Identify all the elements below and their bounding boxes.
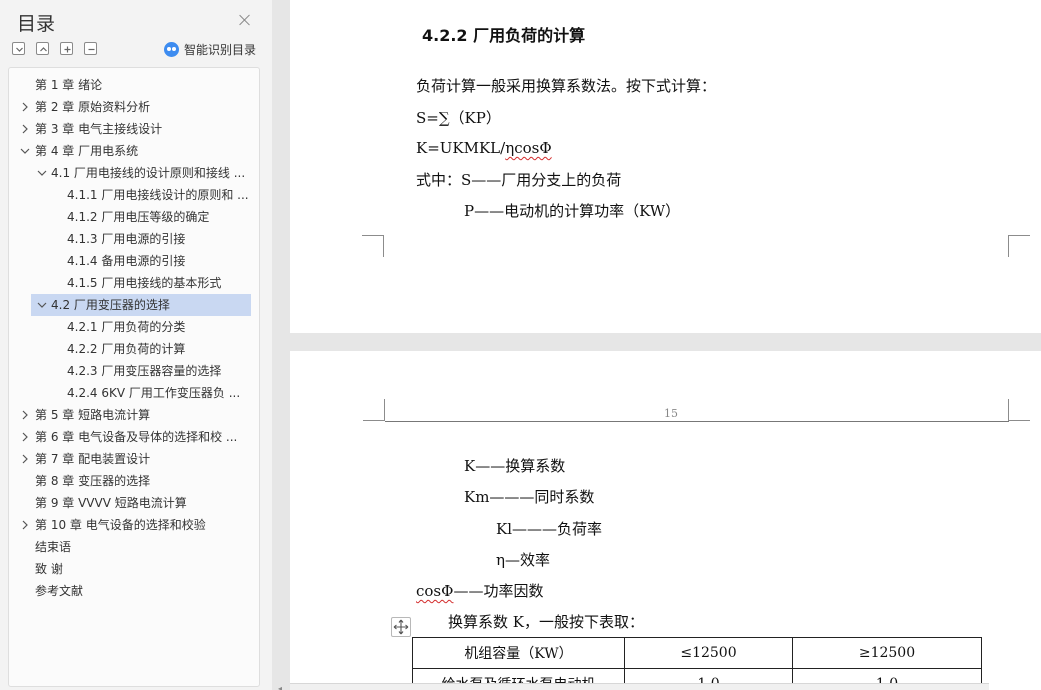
toc-item-label: 第 3 章 电气主接线设计 [35,122,163,136]
toc-item-label: 第 8 章 变压器的选择 [35,474,151,488]
toc-item[interactable]: 第 4 章 厂用电系统 [9,140,259,162]
chevron-down-icon[interactable] [36,299,48,311]
toc-item-label: 第 5 章 短路电流计算 [35,408,151,422]
toc-item[interactable]: 第 2 章 原始资料分析 [9,96,259,118]
table-cell: ≥12500 [792,637,982,669]
toc-item[interactable]: 第 5 章 短路电流计算 [9,404,259,426]
cos-desc: ——功率因数 [453,582,544,600]
toc-item-label: 4.1.5 厂用电接线的基本形式 [67,276,222,290]
toc-item-label: 结束语 [35,540,72,554]
definition-p: P——电动机的计算功率（KW） [464,202,681,220]
toc-item[interactable]: 4.1 厂用电接线的设计原则和接线 ... [9,162,259,184]
collapse-all-icon[interactable] [12,42,25,55]
table-cell: 机组容量（KW） [412,637,625,669]
header-rule [385,421,1009,422]
toc-item[interactable]: 4.2.2 厂用负荷的计算 [9,338,259,360]
toc-item[interactable]: 第 7 章 配电装置设计 [9,448,259,470]
definition-s: 式中：S——厂用分支上的负荷 [416,171,622,189]
definition-cos: cosΦ——功率因数 [416,580,543,601]
toc-item-label: 第 1 章 绪论 [35,78,103,92]
smart-toc-label: 智能识别目录 [184,42,257,57]
toc-item-label: 4.1.2 厂用电压等级的确定 [67,210,210,224]
toc-item-label: 4.1.4 备用电源的引接 [67,254,186,268]
formula-k-eta: ηcosΦ [505,139,552,157]
toc-item[interactable]: 4.2.3 厂用变压器容量的选择 [9,360,259,382]
toc-item-label: 4.2.1 厂用负荷的分类 [67,320,186,334]
table-row: 机组容量（KW） ≤12500 ≥12500 [412,637,982,669]
toc-item-label: 第 4 章 厂用电系统 [35,144,139,158]
table-cell: ≤12500 [624,637,793,669]
toc-item[interactable]: 参考文献 [9,580,259,602]
table-move-handle-icon[interactable] [391,617,411,637]
toc-item[interactable]: 第 3 章 电气主接线设计 [9,118,259,140]
toc-item[interactable]: 第 10 章 电气设备的选择和校验 [9,514,259,536]
document-page: 4.2.2 厂用负荷的计算 负荷计算一般采用换算系数法。按下式计算： S=∑（K… [290,0,1041,333]
crop-mark [363,399,385,421]
chevron-down-icon[interactable] [36,167,48,179]
toc-item-label: 4.1.1 厂用电接线设计的原则和 ... [67,188,249,202]
toc-item-label: 第 6 章 电气设备及导体的选择和校 ... [35,430,238,444]
close-icon[interactable] [237,12,253,28]
add-heading-icon[interactable] [60,42,73,55]
toc-item-label: 4.2.3 厂用变压器容量的选择 [67,364,222,378]
scroll-left-icon[interactable]: ◂ [278,684,282,690]
smart-toc-button[interactable]: 智能识别目录 [164,40,256,58]
chevron-right-icon[interactable] [19,409,31,421]
paragraph: 负荷计算一般采用换算系数法。按下式计算： [416,77,717,95]
toc-item[interactable]: 4.2.4 6KV 厂用工作变压器负 ... [9,382,259,404]
toc-item-label: 4.2.2 厂用负荷的计算 [67,342,186,356]
crop-mark [362,235,384,257]
chevron-right-icon[interactable] [19,123,31,135]
sidebar-title: 目录 [17,13,56,35]
formula-k: K=UKMKL/ηcosΦ [416,139,552,157]
toc-item[interactable]: 4.1.4 备用电源的引接 [9,250,259,272]
toc-item-label: 致 谢 [35,562,63,576]
chevron-right-icon[interactable] [19,431,31,443]
page-number: 15 [664,407,678,420]
formula-k-part: K=UKMKL/ [416,139,506,157]
definition-eta: η—效率 [496,551,550,569]
toc-item[interactable]: 4.2.1 厂用负荷的分类 [9,316,259,338]
crop-mark [1008,235,1030,257]
toc-item-label: 第 2 章 原始资料分析 [35,100,151,114]
chevron-right-icon[interactable] [19,101,31,113]
chevron-down-icon[interactable] [19,145,31,157]
remove-heading-icon[interactable] [84,42,97,55]
toc-item-label: 第 9 章 VVVV 短路电流计算 [35,496,187,510]
toc-item[interactable]: 4.1.1 厂用电接线设计的原则和 ... [9,184,259,206]
chevron-right-icon[interactable] [19,453,31,465]
definition-k: K——换算系数 [464,457,566,475]
crop-mark [1008,399,1030,421]
table-intro: 换算系数 K，一般按下表取： [448,613,644,631]
toc-item[interactable]: 4.1.2 厂用电压等级的确定 [9,206,259,228]
toc-item-label: 第 10 章 电气设备的选择和校验 [35,518,206,532]
definition-kl: Kl———负荷率 [496,520,603,538]
ai-icon [164,41,179,57]
definition-km: Km———同时系数 [464,488,595,506]
formula-s: S=∑（KP） [416,109,501,127]
toc-item[interactable]: 4.1.3 厂用电源的引接 [9,228,259,250]
toc-item-label: 4.1.3 厂用电源的引接 [67,232,186,246]
toc-item-label: 4.2 厂用变压器的选择 [51,298,170,312]
toc-item-label: 4.1 厂用电接线的设计原则和接线 ... [51,166,246,180]
section-heading: 4.2.2 厂用负荷的计算 [422,26,586,45]
toc-item[interactable]: 第 6 章 电气设备及导体的选择和校 ... [9,426,259,448]
toc-sidebar: 目录 智能识别目录 第 1 章 绪论第 2 章 原始资料分析第 3 章 电气主接… [0,0,272,690]
chevron-right-icon[interactable] [19,519,31,531]
toc-item[interactable]: 第 8 章 变压器的选择 [9,470,259,492]
toc-item-label: 参考文献 [35,584,84,598]
toc-item[interactable]: 4.2 厂用变压器的选择 [31,294,251,316]
toc-item[interactable]: 第 9 章 VVVV 短路电流计算 [9,492,259,514]
toc-item[interactable]: 4.1.5 厂用电接线的基本形式 [9,272,259,294]
toc-item[interactable]: 第 1 章 绪论 [9,74,259,96]
toc-item[interactable]: 致 谢 [9,558,259,580]
document-area: 4.2.2 厂用负荷的计算 负荷计算一般采用换算系数法。按下式计算： S=∑（K… [272,0,1041,690]
expand-up-icon[interactable] [36,42,49,55]
horizontal-scrollbar[interactable] [290,683,989,690]
toc-item-label: 第 7 章 配电装置设计 [35,452,151,466]
toc-item-label: 4.2.4 6KV 厂用工作变压器负 ... [67,386,241,400]
toc-item[interactable]: 结束语 [9,536,259,558]
cos-phi: cosΦ [416,582,454,600]
toc-list: 第 1 章 绪论第 2 章 原始资料分析第 3 章 电气主接线设计第 4 章 厂… [8,67,260,687]
